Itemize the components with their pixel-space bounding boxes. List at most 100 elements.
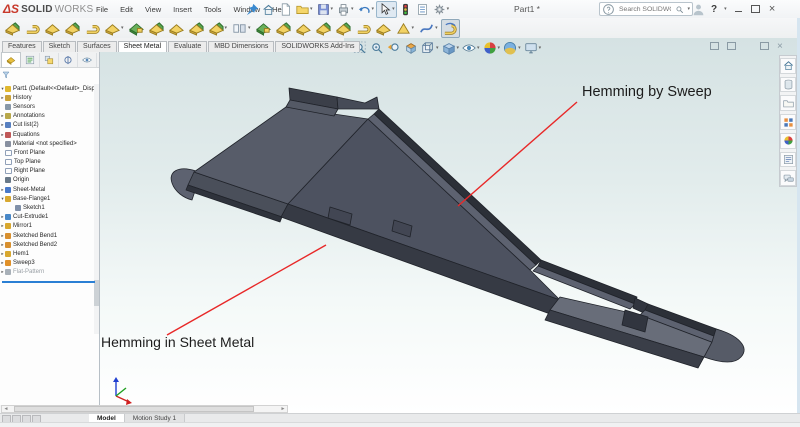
task-pane-file-explorer-button[interactable] <box>780 95 796 112</box>
tree-scrollbar-thumb[interactable] <box>94 280 99 306</box>
user-account-icon[interactable] <box>692 3 705 16</box>
options-gear-button[interactable]: ▾ <box>431 1 452 18</box>
doc-window-icon-2[interactable] <box>727 42 736 50</box>
pin-menu-icon[interactable] <box>246 3 259 16</box>
unfold-button[interactable] <box>314 19 333 38</box>
tree-item-mirror1[interactable]: ▸ Mirror1 <box>0 222 94 231</box>
edge-flange-button[interactable] <box>43 19 62 38</box>
tree-item-sheet-metal[interactable]: ▸ Sheet-Metal <box>0 185 94 194</box>
undo-button[interactable]: ▾ <box>356 1 377 18</box>
task-pane-custom-properties-button[interactable] <box>780 151 796 168</box>
tree-item-history[interactable]: ▸ History <box>0 93 94 102</box>
file-properties-button[interactable] <box>414 1 431 18</box>
hem-button[interactable] <box>83 19 102 38</box>
jog-button[interactable]: ▾ <box>103 19 126 38</box>
save-button[interactable]: ▾ <box>315 1 336 18</box>
doc-restore-button[interactable] <box>760 42 769 50</box>
print-button[interactable]: ▾ <box>335 1 356 18</box>
sketched-bend-button[interactable] <box>147 19 166 38</box>
extruded-cut-button[interactable]: ▾ <box>207 19 230 38</box>
filter-funnel-icon[interactable] <box>2 71 10 79</box>
menu-file[interactable]: File <box>92 3 112 16</box>
simple-hole-button[interactable] <box>274 19 293 38</box>
restore-button[interactable] <box>750 4 761 14</box>
fold-button[interactable] <box>334 19 353 38</box>
doc-close-button[interactable]: × <box>777 41 783 52</box>
panel-tab-configurationmanager[interactable] <box>40 52 59 67</box>
lofted-bend-button[interactable] <box>23 19 42 38</box>
forming-tool-button[interactable] <box>254 19 273 38</box>
help-button[interactable]: ? <box>711 4 717 15</box>
menu-insert[interactable]: Insert <box>169 3 196 16</box>
scrollbar-thumb[interactable] <box>14 406 254 412</box>
scroll-left-arrow-icon[interactable]: ◄ <box>2 406 10 412</box>
menu-edit[interactable]: Edit <box>116 3 137 16</box>
tab-solidworks-add-ins[interactable]: SOLIDWORKS Add-Ins <box>275 41 361 52</box>
horizontal-scrollbar[interactable]: ◄ ► <box>1 405 288 413</box>
task-pane-appearances-button[interactable] <box>780 132 796 149</box>
tree-item-front-plane[interactable]: Front Plane <box>0 148 94 157</box>
tree-item-annotations[interactable]: ▸ Annotations <box>0 112 94 121</box>
corners-button[interactable] <box>187 19 206 38</box>
apply-scene-button[interactable]: ▾ <box>502 41 522 55</box>
tab-evaluate[interactable]: Evaluate <box>168 41 208 52</box>
search-dropdown-caret[interactable]: ▾ <box>687 6 690 12</box>
minimize-button[interactable] <box>733 4 744 14</box>
hide-show-items-button[interactable]: ▾ <box>461 41 481 55</box>
close-button[interactable]: × <box>767 3 778 14</box>
panel-tab-featuremanager[interactable] <box>1 51 21 68</box>
tree-item-material-not-specified[interactable]: Material <not specified> <box>0 139 94 148</box>
tree-item-origin[interactable]: Origin <box>0 176 94 185</box>
panel-tab-dimxpertmanager[interactable] <box>59 52 78 67</box>
tab-sketch[interactable]: Sketch <box>42 41 77 52</box>
previous-view-button[interactable] <box>386 41 402 55</box>
task-pane-resources-home-button[interactable] <box>780 58 796 74</box>
tree-item-hem1[interactable]: ▸ Hem1 <box>0 249 94 258</box>
tree-item-flat-pattern[interactable]: ▸ Flat-Pattern <box>0 268 94 277</box>
rip-button[interactable]: ▾ <box>394 19 417 38</box>
section-view-button[interactable] <box>403 41 419 55</box>
view-settings-button[interactable]: ▾ <box>523 41 543 55</box>
new-doc-button[interactable] <box>277 1 294 18</box>
flatten-button[interactable] <box>354 19 373 38</box>
graphics-viewport[interactable]: Hemming by Sweep Hemming in Sheet Metal <box>100 38 797 413</box>
swept-flange-button[interactable] <box>440 18 460 38</box>
tree-item-sensors[interactable]: Sensors <box>0 102 94 111</box>
sweep-sketch-tool-button[interactable]: ▾ <box>417 19 440 38</box>
tree-item-right-plane[interactable]: Right Plane <box>0 167 94 176</box>
tree-item-cut-list-2[interactable]: ▸ Cut list(2) <box>0 121 94 130</box>
tree-scrollbar[interactable] <box>94 84 99 334</box>
tab-surfaces[interactable]: Surfaces <box>77 41 117 52</box>
help-dropdown-caret[interactable]: ▾ <box>724 6 727 12</box>
rollback-bar[interactable] <box>2 281 95 283</box>
base-flange-button[interactable] <box>3 19 22 38</box>
tree-item-top-plane[interactable]: Top Plane <box>0 158 94 167</box>
display-style-button[interactable]: ▾ <box>441 41 461 55</box>
search-input[interactable] <box>617 4 674 14</box>
zoom-area-button[interactable] <box>369 41 385 55</box>
view-orientation-button[interactable]: ▾ <box>420 41 440 55</box>
tree-item-sketched-bend1[interactable]: ▸ Sketched Bend1 <box>0 231 94 240</box>
menu-view[interactable]: View <box>141 3 165 16</box>
tree-item-cut-extrude1[interactable]: ▸ Cut-Extrude1 <box>0 213 94 222</box>
mirror-button[interactable]: ▾ <box>230 19 253 38</box>
tree-item-sketch1[interactable]: Sketch1 <box>0 203 94 212</box>
panel-tab-displaymanager[interactable] <box>78 52 97 67</box>
edit-appearance-button[interactable]: ▾ <box>482 41 502 55</box>
tree-item-sketched-bend2[interactable]: ▸ Sketched Bend2 <box>0 240 94 249</box>
panel-tab-propertymanager[interactable] <box>21 52 40 67</box>
task-pane-forum-button[interactable] <box>780 170 796 187</box>
vent-button[interactable] <box>294 19 313 38</box>
miter-flange-button[interactable] <box>63 19 82 38</box>
search-icon[interactable] <box>675 5 684 14</box>
tab-mbd-dimensions[interactable]: MBD Dimensions <box>208 41 275 52</box>
tab-sheet-metal[interactable]: Sheet Metal <box>117 41 168 52</box>
doc-window-icon-1[interactable] <box>710 42 719 50</box>
task-pane-design-library-button[interactable] <box>780 76 796 93</box>
insert-bends-button[interactable] <box>374 19 393 38</box>
menu-tools[interactable]: Tools <box>200 3 226 16</box>
tree-item-base-flange1[interactable]: ▾ Base-Flange1 <box>0 194 94 203</box>
tab-features[interactable]: Features <box>2 41 42 52</box>
cross-break-button[interactable] <box>167 19 186 38</box>
tree-item-sweep3[interactable]: ▸ Sweep3 <box>0 259 94 268</box>
